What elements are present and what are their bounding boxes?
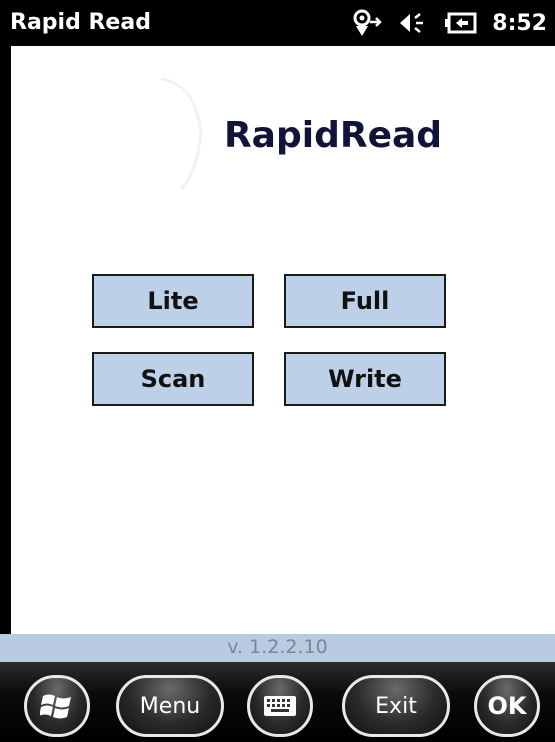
keyboard-icon [264,696,296,716]
connectivity-icon[interactable] [350,8,384,38]
version-bar: v. 1.2.2.10 [0,634,555,662]
title-bar: Rapid Read 8:52 [0,0,555,46]
soft-key-bar: Menu Exit OK [0,662,555,742]
volume-icon[interactable] [398,10,430,36]
status-icons: 8:52 [350,9,547,37]
keyboard-button[interactable] [247,675,313,737]
menu-button[interactable]: Menu [116,675,224,737]
main-panel: RapidRead Lite Full Scan Write [11,46,555,634]
app-title: Rapid Read [10,10,151,35]
lite-button[interactable]: Lite [92,274,254,328]
app-logo-text: RapidRead [223,115,443,156]
full-button[interactable]: Full [284,274,446,328]
battery-icon[interactable] [444,11,478,35]
scan-button[interactable]: Scan [92,352,254,406]
clock[interactable]: 8:52 [492,11,547,36]
start-button[interactable] [24,675,90,737]
exit-button[interactable]: Exit [342,675,450,737]
ok-button[interactable]: OK [474,675,540,737]
windows-start-icon [40,694,71,719]
write-button[interactable]: Write [284,352,446,406]
version-label: v. 1.2.2.10 [227,636,328,658]
